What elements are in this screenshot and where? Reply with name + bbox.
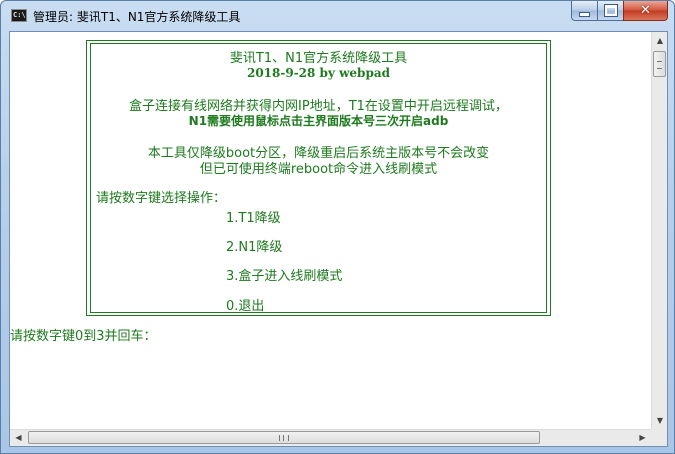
scroll-up-arrow-icon[interactable]: ▲ <box>652 32 667 49</box>
header-date: 2018-9-28 by webpad <box>246 66 391 80</box>
vertical-scroll-thumb[interactable] <box>653 51 666 77</box>
note-line-2: 但已可使用终端reboot命令进入线刷模式 <box>199 162 438 177</box>
scroll-right-arrow-icon[interactable]: ▶ <box>634 430 651 446</box>
intro-line-2: N1需要使用鼠标点击主界面版本号三次开启adb <box>188 114 449 128</box>
scroll-left-arrow-icon[interactable]: ◀ <box>10 430 27 446</box>
scroll-down-arrow-icon[interactable]: ▼ <box>652 412 667 429</box>
window-title: 管理员: 斐讯T1、N1官方系统降级工具 <box>33 10 241 24</box>
close-button[interactable]: ✕ <box>623 1 668 21</box>
menu-option-exit: 0.退出 <box>226 299 265 314</box>
command-prompt-icon[interactable]: C:\ <box>11 9 27 22</box>
minimize-button[interactable] <box>571 1 598 21</box>
scrollbar-corner <box>651 429 667 446</box>
scroll-grip-icon <box>279 435 289 441</box>
vertical-scrollbar[interactable]: ▲ ▼ <box>651 32 667 429</box>
maximize-button[interactable] <box>597 1 624 21</box>
select-prompt: 请按数字键选择操作： <box>96 191 227 206</box>
console-client-area: 斐讯T1、N1官方系统降级工具 2018-9-28 by webpad 盒子连接… <box>9 31 668 447</box>
horizontal-scroll-thumb[interactable] <box>28 431 540 444</box>
title-bar[interactable]: C:\ 管理员: 斐讯T1、N1官方系统降级工具 ✕ <box>1 1 674 31</box>
header-title: 斐讯T1、N1官方系统降级工具 <box>229 51 408 66</box>
menu-option-flash-mode: 3.盒子进入线刷模式 <box>226 269 343 284</box>
console-window: C:\ 管理员: 斐讯T1、N1官方系统降级工具 ✕ 斐讯T1、N1官方系统降级… <box>0 0 675 454</box>
input-prompt: 请按数字键0到3并回车： <box>10 329 157 344</box>
console-output[interactable]: 斐讯T1、N1官方系统降级工具 2018-9-28 by webpad 盒子连接… <box>10 32 651 429</box>
menu-option-t1-downgrade: 1.T1降级 <box>226 211 281 226</box>
maximize-icon <box>603 4 618 17</box>
menu-option-n1-downgrade: 2.N1降级 <box>226 240 283 255</box>
close-icon: ✕ <box>640 3 651 18</box>
horizontal-scrollbar[interactable]: ◀ ▶ <box>10 429 651 446</box>
minimize-icon <box>579 11 590 17</box>
